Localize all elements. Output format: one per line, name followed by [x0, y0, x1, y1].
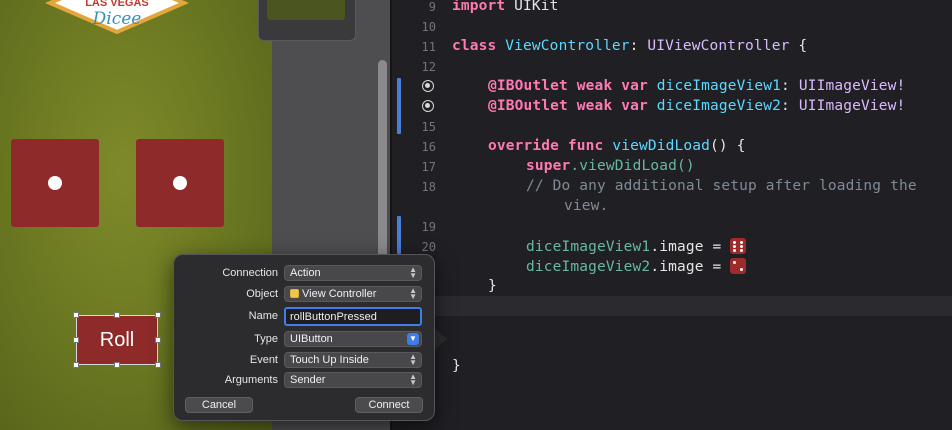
current-line-highlight — [392, 296, 952, 316]
code-line-22: } — [488, 278, 497, 294]
event-label: Event — [249, 354, 278, 366]
name-row: Name — [174, 307, 434, 326]
line-number: 10 — [421, 20, 436, 34]
object-select[interactable]: View Controller ▲ ▼ — [284, 286, 422, 302]
scene-thumbnail[interactable] — [258, 0, 356, 41]
scene-thumbnail-preview — [267, 0, 345, 20]
dice-six-image-literal-icon[interactable] — [730, 238, 747, 254]
name-input[interactable] — [284, 307, 422, 326]
code-line-9: import UIKit — [452, 0, 559, 14]
outlet-connected-icon[interactable] — [422, 100, 434, 112]
stepper-icon: ▲ ▼ — [409, 372, 417, 387]
dice-image-view-2[interactable] — [136, 139, 224, 227]
arguments-select[interactable]: Sender ▲ ▼ — [284, 372, 422, 388]
code-line-21: diceImageView2.image = — [526, 258, 747, 275]
arguments-row: Arguments Sender ▲ ▼ — [174, 372, 434, 390]
code-line-25: } — [452, 358, 461, 374]
stepper-icon: ▲ ▼ — [409, 352, 417, 367]
type-row: Type UIButton ▼ — [174, 331, 434, 349]
resize-handle-bm[interactable] — [114, 362, 120, 368]
line-number: 17 — [421, 160, 436, 174]
event-select[interactable]: Touch Up Inside ▲ ▼ — [284, 352, 422, 368]
line-number: 20 — [421, 240, 436, 254]
resize-handle-br[interactable] — [155, 362, 161, 368]
resize-handle-bl[interactable] — [73, 362, 79, 368]
code-line-18: // Do any additional setup after loading… — [526, 178, 917, 194]
die-pip — [173, 176, 187, 190]
resize-handle-mr[interactable] — [155, 337, 161, 343]
line-number: 15 — [421, 120, 436, 134]
svg-text:Dicee: Dicee — [92, 9, 142, 29]
code-line-11: class ViewController: UIViewController { — [452, 38, 808, 54]
resize-handle-tl[interactable] — [73, 312, 79, 318]
connection-label: Connection — [222, 267, 278, 279]
connection-select[interactable]: Action ▲ ▼ — [284, 265, 422, 281]
roll-button[interactable]: Roll — [76, 315, 158, 365]
code-line-17: super.viewDidLoad() — [526, 158, 695, 174]
line-number: 11 — [421, 40, 436, 54]
connection-popover[interactable]: Connection Action ▲ ▼ Object View Controll… — [173, 254, 435, 421]
dice-two-image-literal-icon[interactable] — [730, 258, 747, 274]
type-select[interactable]: UIButton ▼ — [284, 331, 422, 347]
connection-row: Connection Action ▲ ▼ — [174, 265, 434, 283]
code-line-14: @IBOutlet weak var diceImageView2: UIIma… — [488, 98, 906, 114]
stepper-icon: ▲ ▼ — [409, 286, 417, 301]
line-number: 12 — [421, 60, 436, 74]
chevron-down-icon: ▼ — [407, 333, 419, 345]
resize-handle-tm[interactable] — [114, 312, 120, 318]
arguments-label: Arguments — [224, 374, 278, 386]
las-vegas-dicee-logo: LAS VEGAS Dicee — [44, 0, 190, 34]
code-line-20: diceImageView1.image = — [526, 238, 747, 255]
resize-handle-tr[interactable] — [155, 312, 161, 318]
name-label: Name — [248, 310, 278, 322]
line-number: 18 — [421, 180, 436, 194]
dice-image-view-1[interactable] — [11, 139, 99, 227]
view-controller-icon — [290, 289, 299, 298]
event-row: Event Touch Up Inside ▲ ▼ — [174, 352, 434, 370]
connect-button[interactable]: Connect — [355, 397, 423, 413]
line-number: 19 — [421, 220, 436, 234]
line-number: 16 — [421, 140, 436, 154]
cancel-button[interactable]: Cancel — [185, 397, 253, 413]
code-line-13: @IBOutlet weak var diceImageView1: UIIma… — [488, 78, 906, 94]
code-line-16: override func viewDidLoad() { — [488, 138, 746, 154]
stepper-icon: ▲ ▼ — [409, 265, 417, 280]
object-row: Object View Controller ▲ ▼ — [174, 286, 434, 304]
type-label: Type — [254, 333, 278, 345]
line-number: 9 — [428, 0, 436, 14]
resize-handle-ml[interactable] — [73, 337, 79, 343]
code-line-18-wrap: view. — [564, 198, 609, 214]
outlet-connected-icon[interactable] — [422, 80, 434, 92]
die-pip — [48, 176, 62, 190]
svg-text:LAS VEGAS: LAS VEGAS — [85, 0, 149, 9]
code-editor[interactable]: 9 10 11 12 15 16 17 18 19 20 import UIKi… — [392, 0, 952, 430]
object-label: Object — [246, 288, 278, 300]
